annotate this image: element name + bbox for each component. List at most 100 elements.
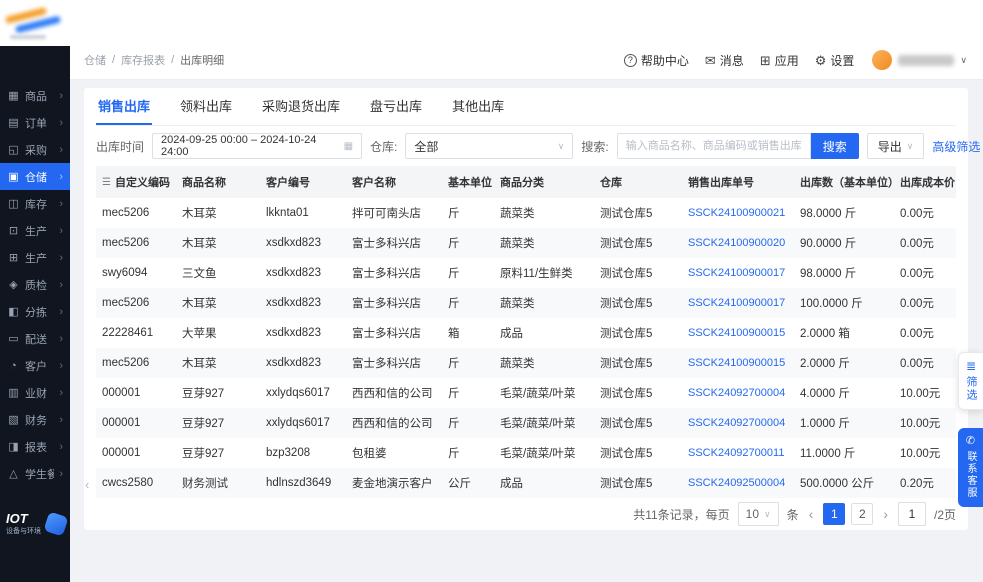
outbound-order-link[interactable]: SSCK24092700011: [682, 447, 794, 459]
table-row[interactable]: mec5206 木耳菜 xsdkxd823 富士多科兴店 斤 蔬菜类 测试仓库5 SSCK24…: [96, 288, 956, 318]
table-cell: 毛菜/蔬菜/叶菜: [500, 388, 576, 400]
chevron-right-icon: ›: [59, 386, 63, 399]
outbound-order-link[interactable]: SSCK24092700004: [682, 417, 794, 429]
chevron-right-icon: ›: [59, 197, 63, 210]
column-settings-icon[interactable]: ☰: [102, 177, 111, 188]
breadcrumb-item: 出库明细: [180, 55, 225, 67]
table-cell: xsdkxd823: [266, 327, 321, 339]
table-cell: 豆芽927: [182, 448, 225, 460]
table-row[interactable]: swy6094 三文鱼 xsdkxd823 富士多科兴店 斤 原料11/生鲜类 测试仓库5 S…: [96, 258, 956, 288]
messages-button[interactable]: ✉ 消息: [705, 52, 744, 69]
outbound-order-link[interactable]: SSCK24100900020: [682, 237, 794, 249]
search-button[interactable]: 搜索: [810, 133, 859, 159]
table-cell: xsdkxd823: [266, 357, 321, 369]
column-header-label: 商品分类: [500, 177, 544, 189]
sidebar-item-production[interactable]: ⊡ 生产 ›: [0, 217, 70, 244]
table-cell: 斤: [448, 448, 460, 460]
table-row[interactable]: 000001 豆芽927 xxlydqs6017 西西和信的公司 斤 毛菜/蔬菜/叶菜 测试…: [96, 408, 956, 438]
sidebar-item-delivery[interactable]: ▭ 配送 ›: [0, 325, 70, 352]
sidebar-item-biz-finance[interactable]: ▥ 业财 ›: [0, 379, 70, 406]
next-page-button[interactable]: ›: [881, 506, 890, 522]
sidebar-item-label: 分拣: [25, 306, 47, 319]
topbar-right: ? 帮助中心 ✉ 消息 ⊞ 应用 ⚙ 设置 ∨: [623, 50, 967, 70]
sidebar-item-label: 学生餐: [25, 468, 55, 481]
table-row[interactable]: 000001 豆芽927 xxlydqs6017 西西和信的公司 斤 毛菜/蔬菜/叶菜 测试…: [96, 378, 956, 408]
tab-other-outbound[interactable]: 其他出库: [450, 88, 506, 125]
delivery-icon: ▭: [8, 333, 19, 345]
warehouse-select[interactable]: 全部 ∨: [405, 133, 574, 159]
table-cell: 蔬菜类: [500, 208, 535, 220]
table-header-row: ☰ 自定义编码 商品名称 客户编号 客户名称 基本单位 商品分类 仓库 销售出库单号 出库数（基本…: [96, 166, 956, 198]
sidebar-item-quality[interactable]: ◈ 质检 ›: [0, 271, 70, 298]
sidebar-item-production-2[interactable]: ⊞ 生产 ›: [0, 244, 70, 271]
table-row[interactable]: cwcs2580 财务测试 hdlnszd3649 麦金地演示客户 公斤 成品 测试仓库5 S…: [96, 468, 956, 498]
user-menu[interactable]: ∨: [872, 50, 967, 70]
tab-purchase-return-outbound[interactable]: 采购退货出库: [260, 88, 342, 125]
filter-float-button[interactable]: ≣ 筛选: [958, 352, 983, 410]
outbound-order-link[interactable]: SSCK24092700004: [682, 387, 794, 399]
table-scroll-left[interactable]: ‹: [85, 477, 89, 492]
sidebar-item-customers[interactable]: ◔ 客户 ›: [0, 352, 70, 379]
page-button-2[interactable]: 2: [851, 503, 874, 525]
table-cell: 0.00元: [900, 238, 934, 250]
table-row[interactable]: mec5206 木耳菜 xsdkxd823 富士多科兴店 斤 蔬菜类 测试仓库5 SSCK24…: [96, 228, 956, 258]
sidebar-item-label: 配送: [25, 333, 47, 346]
table-row[interactable]: 000001 豆芽927 bzp3208 包租婆 斤 毛菜/蔬菜/叶菜 测试仓库5 SSCK2…: [96, 438, 956, 468]
customer-service-button[interactable]: ✆ 联系客服: [958, 428, 983, 507]
page-button-1[interactable]: 1: [823, 503, 846, 525]
outbound-order-link[interactable]: SSCK24100900021: [682, 207, 794, 219]
help-center-button[interactable]: ? 帮助中心: [623, 52, 689, 69]
advanced-filter-button[interactable]: 高级筛选 ∨: [932, 138, 983, 155]
outbound-order-link[interactable]: SSCK24092500004: [682, 477, 794, 489]
app-root: 仓储 / 库存报表 / 出库明细 ? 帮助中心 ✉ 消息 ⊞ 应用 ⚙ 设置 ∨ ▦ 商品 › ▤ 订单 › ◱ 采…: [0, 0, 983, 582]
table-cell: mec5206: [102, 237, 150, 249]
table-cell: 测试仓库5: [600, 298, 653, 310]
outbound-order-link[interactable]: SSCK24100900015: [682, 327, 794, 339]
breadcrumb-item[interactable]: 仓储: [84, 52, 106, 68]
table-cell: 4.0000 斤: [800, 388, 850, 400]
table-cell: 10.00元: [900, 448, 941, 460]
column-header-label: 客户名称: [352, 177, 396, 189]
tab-loss-outbound[interactable]: 盘亏出库: [368, 88, 424, 125]
apps-icon: ⊞: [759, 52, 771, 68]
outbound-order-link[interactable]: SSCK24100900017: [682, 267, 794, 279]
table-cell: 90.0000 斤: [800, 238, 857, 250]
page-size-select[interactable]: 10 ∨: [737, 502, 779, 526]
outbound-order-link[interactable]: SSCK24100900015: [682, 357, 794, 369]
tab-sales-outbound[interactable]: 销售出库: [96, 88, 153, 125]
table-row[interactable]: 22228461 大苹果 xsdkxd823 富士多科兴店 箱 成品 测试仓库5 SSCK24…: [96, 318, 956, 348]
sidebar-item-purchase[interactable]: ◱ 采购 ›: [0, 136, 70, 163]
sidebar-item-goods[interactable]: ▦ 商品 ›: [0, 82, 70, 109]
export-button[interactable]: 导出 ∨: [866, 133, 925, 159]
table-cell: hdlnszd3649: [266, 477, 332, 489]
page-jump-input[interactable]: [897, 502, 926, 526]
apps-button[interactable]: ⊞ 应用: [760, 52, 799, 69]
settings-button[interactable]: ⚙ 设置: [815, 52, 855, 69]
column-header: 出库成本价: [894, 174, 956, 190]
sidebar-item-inventory[interactable]: ◫ 库存 ›: [0, 190, 70, 217]
sidebar-item-student-meal[interactable]: △ 学生餐 ›: [0, 460, 70, 487]
sidebar-item-label: 客户: [25, 360, 47, 373]
table-cell: 500.0000 公斤: [800, 478, 875, 490]
sidebar-item-storage[interactable]: ▣ 仓储 ›: [0, 163, 70, 190]
table-cell: 蔬菜类: [500, 358, 535, 370]
table-row[interactable]: mec5206 木耳菜 xsdkxd823 富士多科兴店 斤 蔬菜类 测试仓库5 SSCK24…: [96, 348, 956, 378]
prev-page-button[interactable]: ‹: [807, 506, 816, 522]
column-header-label: 仓库: [600, 177, 622, 189]
sidebar-item-orders[interactable]: ▤ 订单 ›: [0, 109, 70, 136]
table-row[interactable]: mec5206 木耳菜 lkknta01 拌可可南头店 斤 蔬菜类 测试仓库5 SSCK241…: [96, 198, 956, 228]
logo-text-blur: [10, 35, 46, 39]
outbound-order-link[interactable]: SSCK24100900017: [682, 297, 794, 309]
sidebar-item-sorting[interactable]: ◧ 分拣 ›: [0, 298, 70, 325]
sidebar-item-label: 商品: [25, 90, 47, 103]
search-input[interactable]: [616, 133, 811, 159]
tab-material-outbound[interactable]: 领料出库: [178, 88, 234, 125]
chevron-down-icon: ∨: [906, 140, 914, 151]
breadcrumb-item[interactable]: 库存报表: [121, 52, 165, 68]
sidebar-item-finance[interactable]: ▧ 财务 ›: [0, 406, 70, 433]
date-range-picker[interactable]: 2024-09-25 00:00 – 2024-10-24 24:00 ▦: [152, 133, 363, 159]
column-header-label: 出库成本价: [900, 177, 955, 189]
search-group: 搜索: [616, 133, 859, 159]
table-cell: 测试仓库5: [600, 448, 653, 460]
sidebar-item-reports[interactable]: ◨ 报表 ›: [0, 433, 70, 460]
